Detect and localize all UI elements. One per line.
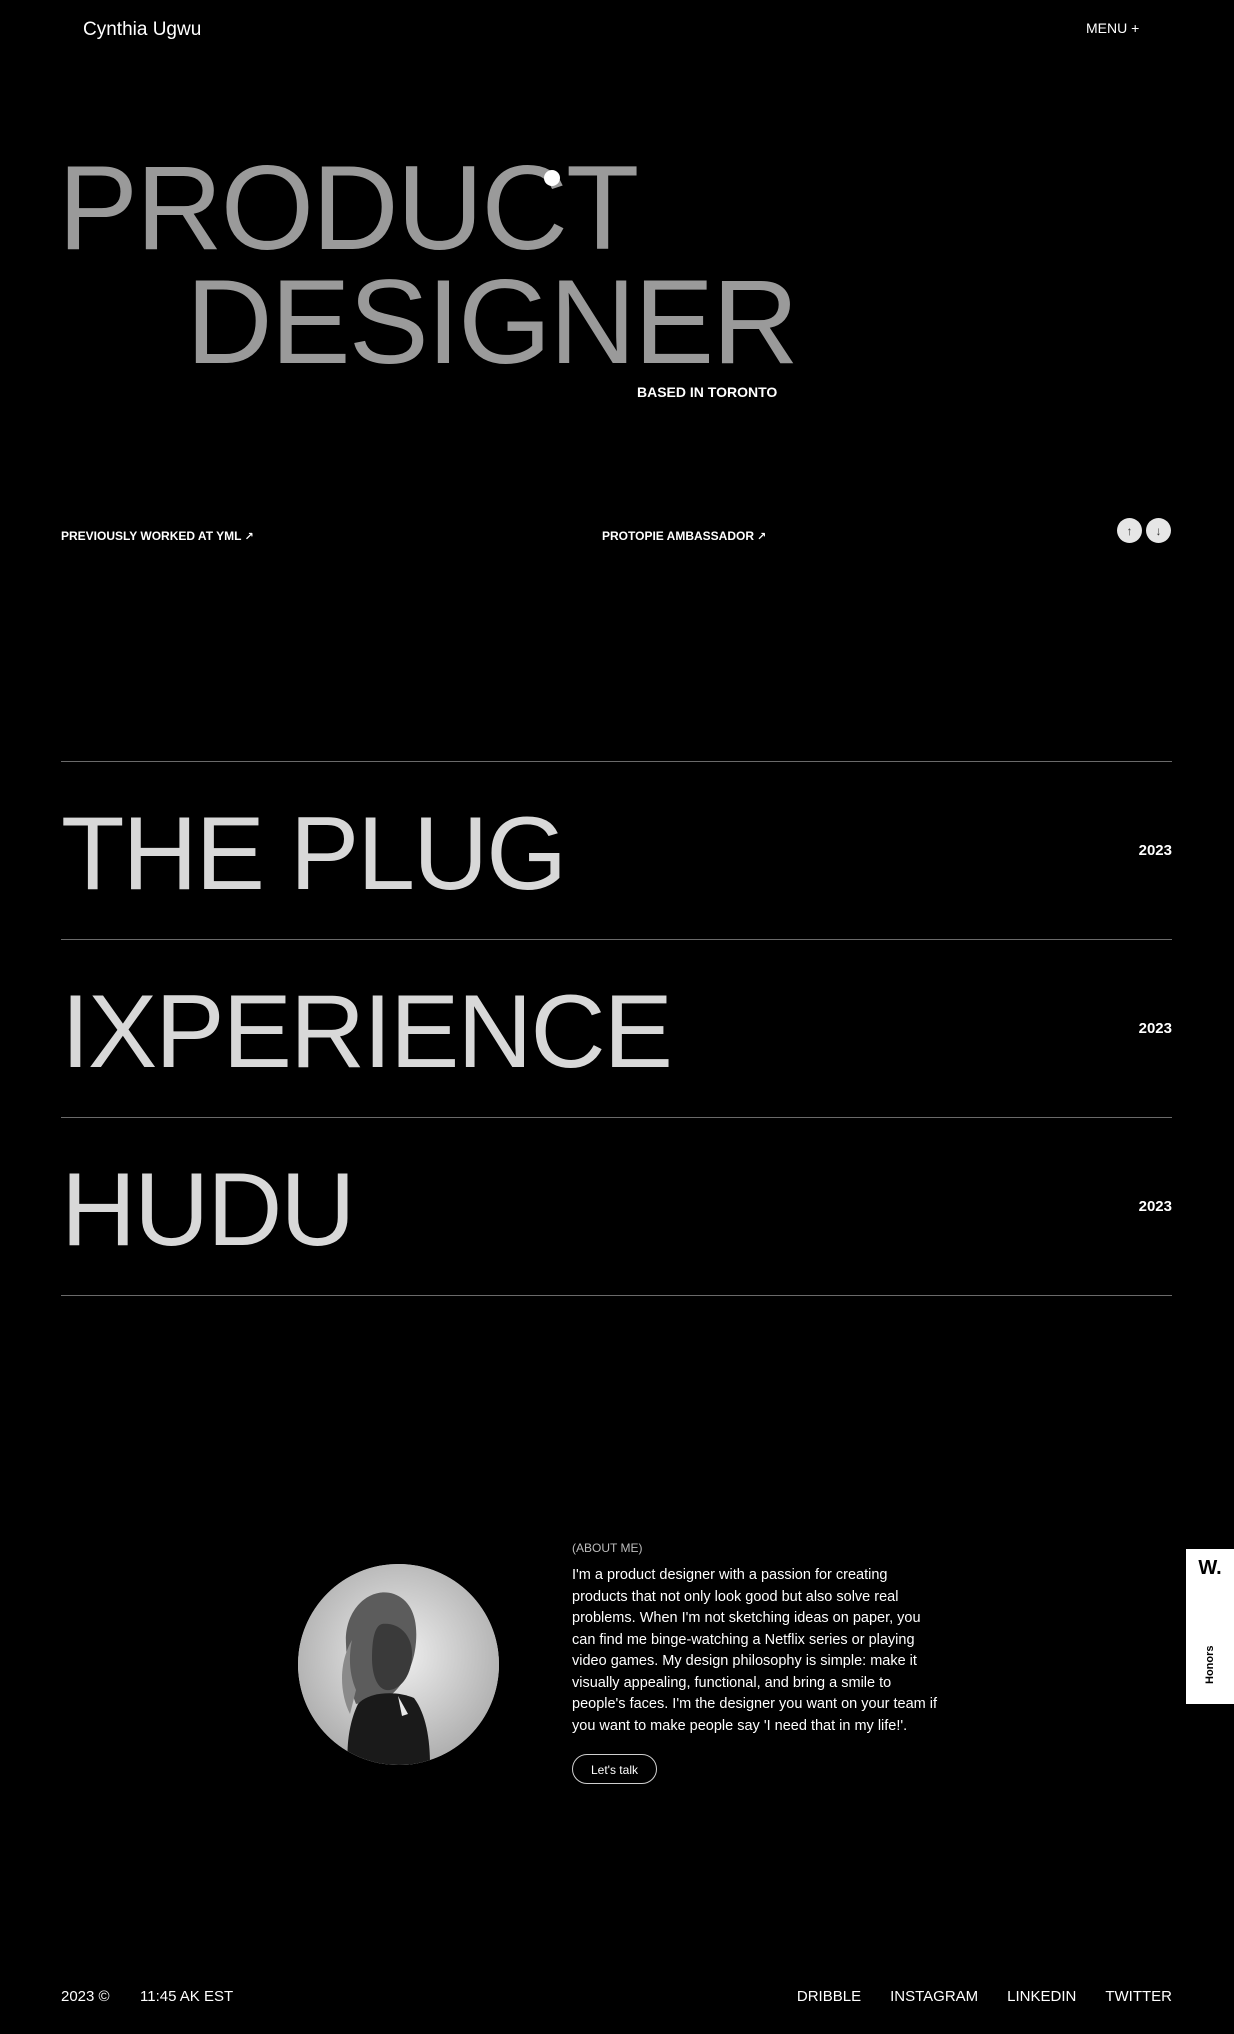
project-row[interactable]: IXPERIENCE 2023 — [61, 939, 1172, 1117]
arrow-up-right-icon: ↗ — [757, 531, 767, 543]
twitter-link[interactable]: TWITTER — [1105, 1988, 1172, 2005]
project-year: 2023 — [1138, 842, 1172, 859]
linkedin-link[interactable]: LINKEDIN — [1007, 1988, 1076, 2005]
hero-title-line-2: DESIGNER — [186, 255, 799, 389]
instagram-link[interactable]: INSTAGRAM — [890, 1988, 978, 2005]
footer-social-links: DRIBBLE INSTAGRAM LINKEDIN TWITTER — [797, 1988, 1172, 2005]
about-label: (ABOUT ME) — [572, 1541, 643, 1555]
honors-badge[interactable]: W. Honors — [1186, 1549, 1234, 1704]
cursor-dot — [544, 170, 560, 186]
previous-work-label: PREVIOUSLY WORKED AT YML — [61, 529, 242, 543]
arrow-up-right-icon: ↗ — [244, 531, 254, 543]
protopie-label: PROTOPIE AMBASSADOR — [602, 529, 755, 543]
footer-year: 2023 © — [61, 1988, 110, 2005]
dribbble-link[interactable]: DRIBBLE — [797, 1988, 861, 2005]
project-row[interactable]: THE PLUG 2023 — [61, 761, 1172, 939]
arrow-down-icon: ↓ — [1155, 523, 1162, 538]
project-row[interactable]: HUDU 2023 — [61, 1117, 1172, 1296]
lets-talk-button[interactable]: Let's talk — [572, 1754, 657, 1784]
project-list: THE PLUG 2023 IXPERIENCE 2023 HUDU 2023 — [61, 761, 1172, 1296]
portrait-illustration — [298, 1564, 499, 1765]
hero-title-line-1: PRODUCT — [58, 141, 639, 275]
protopie-link[interactable]: PROTOPIE AMBASSADOR ↗ — [602, 529, 766, 543]
brand-name[interactable]: Cynthia Ugwu — [83, 19, 201, 41]
project-name: IXPERIENCE — [61, 974, 673, 1090]
project-name: THE PLUG — [61, 796, 567, 912]
awwwards-logo: W. — [1198, 1557, 1222, 1579]
honors-label: Honors — [1204, 1645, 1216, 1685]
scroll-down-button[interactable]: ↓ — [1146, 518, 1171, 543]
about-text: I'm a product designer with a passion fo… — [572, 1567, 938, 1734]
project-name: HUDU — [61, 1152, 355, 1268]
project-year: 2023 — [1138, 1020, 1172, 1037]
project-year: 2023 — [1138, 1198, 1172, 1215]
scroll-up-button[interactable]: ↑ — [1117, 518, 1142, 543]
portrait-photo — [298, 1564, 499, 1765]
footer-time: 11:45 AK EST — [140, 1988, 234, 2005]
arrow-up-icon: ↑ — [1126, 523, 1133, 538]
previous-work-link[interactable]: PREVIOUSLY WORKED AT YML ↗ — [61, 529, 254, 543]
menu-button[interactable]: MENU + — [1086, 20, 1139, 36]
location-label: BASED IN TORONTO — [637, 384, 778, 400]
